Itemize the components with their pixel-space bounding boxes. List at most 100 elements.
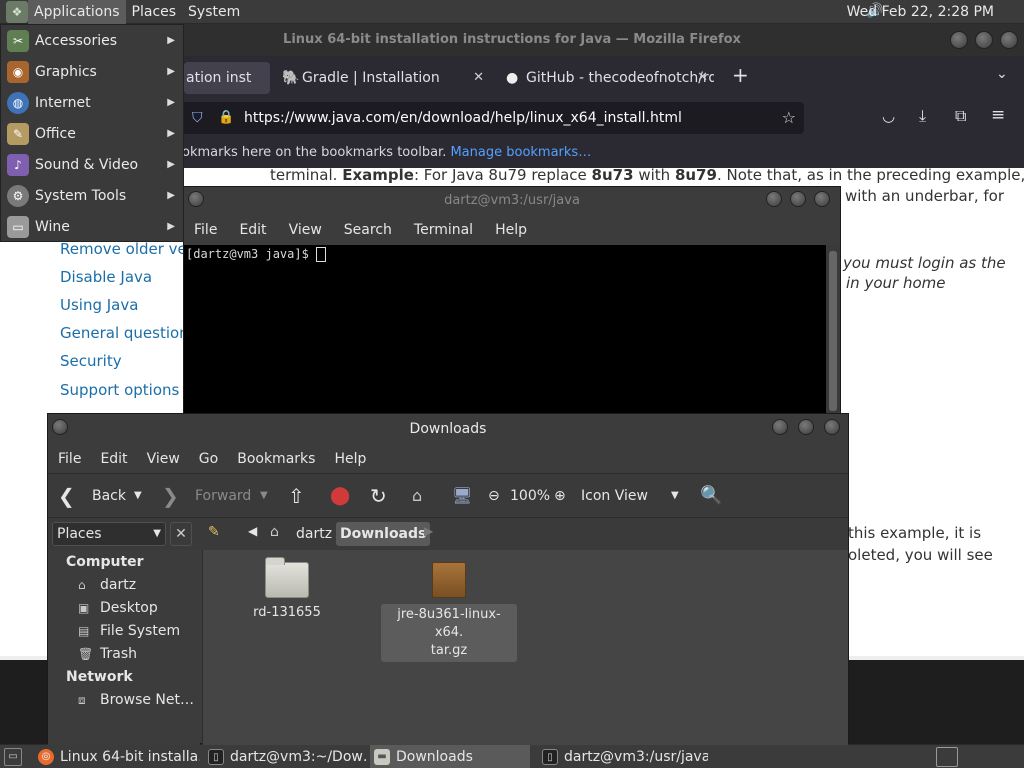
- text: 8u73: [591, 166, 634, 184]
- menu-applications[interactable]: Applications: [28, 0, 126, 24]
- pocket-icon[interactable]: ◡: [882, 107, 895, 125]
- applications-menu-icon[interactable]: ❖: [6, 0, 28, 23]
- menu-file[interactable]: File: [58, 451, 81, 467]
- zoom-out-icon[interactable]: ⊖: [488, 474, 500, 518]
- apps-item-internet[interactable]: ◍ Internet ▶: [1, 87, 183, 118]
- menu-file[interactable]: File: [194, 222, 217, 238]
- close-button[interactable]: [824, 419, 840, 435]
- apps-item-accessories[interactable]: ✂ Accessories ▶: [1, 25, 183, 56]
- menu-bookmarks[interactable]: Bookmarks: [237, 451, 315, 467]
- sidebar-item-file-system[interactable]: ▤ File System: [78, 623, 180, 639]
- minimize-button[interactable]: [766, 191, 782, 207]
- hamburger-menu-icon[interactable]: ≡: [991, 105, 1005, 125]
- menu-terminal[interactable]: Terminal: [414, 222, 473, 238]
- apps-item-sound-video[interactable]: ♪ Sound & Video ▶: [1, 149, 183, 180]
- accessories-icon: ✂: [7, 29, 29, 52]
- apps-item-office[interactable]: ✎ Office ▶: [1, 118, 183, 149]
- home-folder-icon[interactable]: ⌂: [412, 474, 422, 518]
- tab-github[interactable]: ● GitHub - thecodeofnotch/rd ✕: [500, 62, 714, 94]
- menu-system[interactable]: System: [182, 0, 246, 24]
- maximize-button[interactable]: [975, 31, 993, 49]
- breadcrumb-downloads[interactable]: Downloads: [336, 522, 431, 546]
- menu-view[interactable]: View: [289, 222, 322, 238]
- menu-go[interactable]: Go: [199, 451, 218, 467]
- downloads-icon[interactable]: ⤓: [919, 106, 926, 126]
- view-mode-dropdown-icon[interactable]: ▼: [671, 474, 679, 518]
- clock[interactable]: Wed Feb 22, 2:28 PM: [847, 0, 994, 24]
- nav-link-disable-java[interactable]: Disable Java: [60, 268, 152, 286]
- minimize-button[interactable]: [950, 31, 968, 49]
- menu-edit[interactable]: Edit: [239, 222, 266, 238]
- scrollbar-thumb[interactable]: [829, 251, 837, 411]
- task-terminal-downloads[interactable]: ▯ dartz@vm3:~/Dow…: [204, 745, 366, 768]
- text: . Note that, as in the preceding example…: [716, 166, 1024, 184]
- view-mode-select[interactable]: Icon View: [581, 474, 648, 518]
- stop-icon[interactable]: ⬤: [330, 474, 350, 518]
- back-arrow-icon[interactable]: ❮: [58, 474, 75, 518]
- nav-link-general-questions[interactable]: General questions: [60, 324, 197, 342]
- file-item-rd-folder[interactable]: rd-131655: [247, 557, 327, 622]
- menu-edit[interactable]: Edit: [100, 451, 127, 467]
- list-tabs-icon[interactable]: ⌄: [996, 66, 1008, 82]
- window-menu-button[interactable]: [188, 191, 204, 207]
- terminal-title: dartz@vm3:/usr/java: [444, 193, 580, 208]
- close-button[interactable]: [1000, 31, 1018, 49]
- forward-history-dropdown-icon: ▼: [260, 490, 268, 501]
- terminal-output[interactable]: [dartz@vm3 java]$: [184, 245, 826, 417]
- edit-location-icon[interactable]: ✎: [208, 524, 220, 540]
- window-menu-button[interactable]: [52, 419, 68, 435]
- nav-link-security[interactable]: Security: [60, 352, 122, 370]
- minimize-button[interactable]: [772, 419, 788, 435]
- manage-bookmarks-link[interactable]: Manage bookmarks…: [450, 145, 591, 160]
- apps-item-wine[interactable]: ▭ Wine ▶: [1, 211, 183, 242]
- file-view[interactable]: rd-131655 jre-8u361-linux-x64. tar.gz: [202, 550, 848, 745]
- sidebar-item-trash[interactable]: 🗑 Trash: [78, 646, 137, 662]
- nav-link-using-java[interactable]: Using Java: [60, 296, 138, 314]
- menu-view[interactable]: View: [147, 451, 180, 467]
- reload-icon[interactable]: ↻: [370, 474, 387, 518]
- menu-places[interactable]: Places: [126, 0, 183, 24]
- extensions-icon[interactable]: ⧉: [955, 106, 966, 126]
- bookmark-star-icon[interactable]: ☆: [782, 102, 796, 134]
- show-desktop-icon[interactable]: ▭: [4, 748, 22, 766]
- zoom-in-icon[interactable]: ⊕: [554, 474, 566, 518]
- breadcrumb-left-icon[interactable]: ◀: [248, 524, 257, 538]
- breadcrumb-dartz[interactable]: dartz: [292, 522, 336, 546]
- terminal-scrollbar[interactable]: [826, 245, 840, 417]
- maximize-button[interactable]: [790, 191, 806, 207]
- task-file-manager[interactable]: ▬ Downloads: [370, 745, 530, 768]
- tab-gradle[interactable]: 🐘 Gradle | Installation ✕: [276, 62, 490, 94]
- apps-item-graphics[interactable]: ◉ Graphics ▶: [1, 56, 183, 87]
- up-arrow-icon[interactable]: ⇧: [288, 474, 305, 518]
- close-tab-icon[interactable]: ✕: [697, 62, 708, 94]
- tracking-protection-icon[interactable]: ⛉: [192, 102, 203, 134]
- task-firefox[interactable]: ◎ Linux 64-bit installa…: [34, 745, 200, 768]
- tab-java-install[interactable]: ation inst: [184, 62, 270, 94]
- back-history-dropdown-icon[interactable]: ▼: [134, 474, 142, 518]
- menu-help[interactable]: Help: [495, 222, 527, 238]
- sidebar-item-dartz[interactable]: ⌂ dartz: [78, 577, 136, 593]
- new-tab-icon[interactable]: +: [732, 63, 749, 87]
- back-button[interactable]: Back: [92, 474, 126, 518]
- sidebar-item-browse-network[interactable]: ⧈ Browse Net…: [78, 692, 194, 708]
- lock-icon[interactable]: 🔒: [218, 102, 234, 134]
- menu-search[interactable]: Search: [344, 222, 392, 238]
- nav-link-support-options[interactable]: Support options: [60, 381, 179, 399]
- search-icon[interactable]: 🔍: [700, 474, 722, 518]
- maximize-button[interactable]: [798, 419, 814, 435]
- article-line: with an underbar, for: [845, 187, 1005, 205]
- task-terminal-usr-java[interactable]: ▯ dartz@vm3:/usr/java: [538, 745, 708, 768]
- close-sidebar-button[interactable]: ✕: [170, 522, 192, 546]
- sidebar-item-desktop[interactable]: ▣ Desktop: [78, 600, 158, 616]
- apps-item-system-tools[interactable]: ⚙ System Tools ▶: [1, 180, 183, 211]
- nav-link-remove-older[interactable]: Remove older vers: [60, 240, 201, 258]
- computer-icon[interactable]: 🖥: [452, 474, 472, 518]
- sidebar-places-select[interactable]: Places ▼: [52, 522, 166, 546]
- close-button[interactable]: [814, 191, 830, 207]
- apps-item-label: System Tools: [35, 187, 127, 204]
- url-bar[interactable]: ⛉ 🔒 https://www.java.com/en/download/hel…: [180, 102, 804, 134]
- close-tab-icon[interactable]: ✕: [473, 62, 484, 94]
- workspace-switcher-icon[interactable]: [936, 747, 958, 767]
- menu-help[interactable]: Help: [334, 451, 366, 467]
- file-item-jre-archive[interactable]: jre-8u361-linux-x64. tar.gz: [381, 562, 517, 662]
